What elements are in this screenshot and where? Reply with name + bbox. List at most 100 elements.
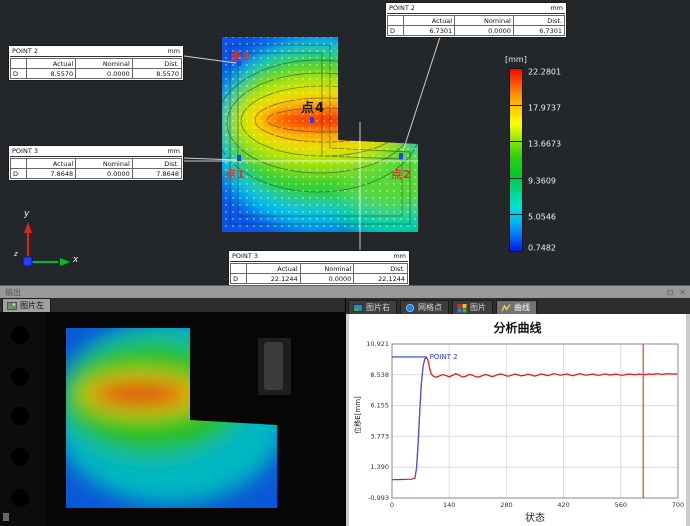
axis-triad bbox=[23, 222, 70, 266]
axis-z-label: z bbox=[14, 250, 18, 258]
callout-unit: mm bbox=[550, 4, 563, 12]
axis-x-label: x bbox=[73, 255, 78, 265]
image-right-icon bbox=[353, 303, 363, 313]
legend-tick: 17.9737 bbox=[528, 104, 561, 113]
actual-value: 7.8648 bbox=[27, 169, 76, 179]
actual-value: 22.1244 bbox=[247, 274, 301, 284]
col-dist: Dist. bbox=[132, 159, 181, 169]
row-label: D bbox=[11, 69, 27, 79]
svg-text:560: 560 bbox=[615, 501, 627, 509]
measurement-callout-point3-bottom[interactable]: POINT 3 mm Actual Nominal Dist. D 22.124… bbox=[228, 250, 410, 286]
row-label: D bbox=[388, 26, 404, 36]
svg-text:140: 140 bbox=[443, 501, 455, 509]
svg-text:10.921: 10.921 bbox=[366, 340, 389, 348]
col-actual: Actual bbox=[27, 159, 76, 169]
image-left-icon bbox=[7, 301, 17, 311]
col-actual: Actual bbox=[404, 16, 455, 26]
col-nominal: Nominal bbox=[76, 159, 133, 169]
svg-text:420: 420 bbox=[557, 501, 569, 509]
svg-text:8.538: 8.538 bbox=[370, 371, 389, 379]
dist-value: 8.5570 bbox=[132, 69, 181, 79]
color-scale-legend: [mm] 22.2801 17.9737 13.6673 9.3609 5.05… bbox=[503, 55, 583, 64]
row-label: D bbox=[11, 169, 27, 179]
dist-value: 7.8648 bbox=[132, 169, 181, 179]
output-dock-titlebar: 输出 ⊡ ✕ bbox=[0, 285, 690, 298]
svg-text:1.390: 1.390 bbox=[370, 463, 389, 471]
col-dist: Dist. bbox=[132, 59, 181, 69]
svg-text:700: 700 bbox=[672, 501, 684, 509]
analysis-curve-panel: 分析曲线 位移E[mm] 0 140 280 420 560 700 -0.993 1.390… bbox=[346, 314, 690, 526]
row-label: D bbox=[231, 274, 247, 284]
measurement-callout-point2-topleft[interactable]: POINT 2 mm Actual Nominal Dist. D 8.5570… bbox=[8, 45, 184, 81]
camera-image-view[interactable] bbox=[0, 312, 345, 526]
frame-marker-icon bbox=[3, 513, 9, 521]
svg-text:POINT 2: POINT 2 bbox=[430, 353, 458, 361]
col-actual: Actual bbox=[27, 59, 76, 69]
point-label-4[interactable]: 点4 bbox=[301, 97, 325, 116]
actual-value: 8.5570 bbox=[27, 69, 76, 79]
callout-title: POINT 3 bbox=[12, 147, 38, 155]
col-nominal: Nominal bbox=[455, 16, 514, 26]
contour-heatmap bbox=[0, 0, 690, 285]
tab-image-left-label: 图片左 bbox=[20, 300, 44, 311]
tab-grid-points-label: 网格点 bbox=[418, 302, 442, 313]
chart-title: 分析曲线 bbox=[349, 319, 686, 336]
legend-tick: 22.2801 bbox=[528, 68, 561, 77]
col-dist: Dist. bbox=[513, 16, 564, 26]
callout-title: POINT 2 bbox=[12, 47, 38, 55]
legend-tick: 5.0546 bbox=[528, 213, 556, 222]
tab-grid-points[interactable]: 网格点 bbox=[400, 300, 449, 314]
callout-unit: mm bbox=[167, 147, 180, 155]
svg-text:3.773: 3.773 bbox=[370, 432, 389, 440]
3d-viewport[interactable]: y x z 点3 点4 点1 点2 POINT 2 mm Actual Nomi… bbox=[0, 0, 690, 285]
dist-value: 6.7301 bbox=[513, 26, 564, 36]
axis-y-label: y bbox=[24, 209, 29, 219]
legend-unit-label: [mm] bbox=[505, 55, 527, 64]
col-dist: Dist. bbox=[354, 264, 408, 274]
actual-value: 6.7301 bbox=[404, 26, 455, 36]
legend-tick: 0.7482 bbox=[528, 244, 556, 253]
image-icon bbox=[457, 303, 467, 313]
camera-image bbox=[0, 312, 345, 526]
color-scale-bar bbox=[509, 68, 523, 252]
dist-value: 22.1244 bbox=[354, 274, 408, 284]
nominal-value: 0.0000 bbox=[76, 69, 133, 79]
grid-points-icon bbox=[405, 303, 415, 313]
svg-text:-0.993: -0.993 bbox=[368, 494, 389, 502]
application-window: y x z 点3 点4 点1 点2 POINT 2 mm Actual Nomi… bbox=[0, 0, 690, 526]
output-dock-title: 输出 bbox=[5, 288, 21, 297]
legend-tick: 13.6673 bbox=[528, 140, 561, 149]
curve-icon bbox=[501, 303, 511, 313]
tab-image-right[interactable]: 图片右 bbox=[348, 300, 397, 314]
tab-curve-label: 曲线 bbox=[514, 302, 530, 313]
col-nominal: Nominal bbox=[76, 59, 133, 69]
measurement-callout-point3-left[interactable]: POINT 3 mm Actual Nominal Dist. D 7.8648… bbox=[8, 145, 184, 181]
measurement-callout-point2-topright[interactable]: POINT 2 mm Actual Nominal Dist. D 6.7301… bbox=[385, 2, 567, 38]
callout-title: POINT 2 bbox=[389, 4, 415, 12]
chart-x-axis-label: 状态 bbox=[392, 509, 678, 524]
point-label-1[interactable]: 点1 bbox=[225, 166, 246, 182]
col-actual: Actual bbox=[247, 264, 301, 274]
callout-unit: mm bbox=[167, 47, 180, 55]
point-label-2[interactable]: 点2 bbox=[391, 166, 412, 182]
col-nominal: Nominal bbox=[300, 264, 354, 274]
tab-curve[interactable]: 曲线 bbox=[496, 300, 537, 314]
nominal-value: 0.0000 bbox=[76, 169, 133, 179]
chart-y-axis-label: 位移E[mm] bbox=[353, 380, 363, 450]
tab-image-left[interactable]: 图片左 bbox=[2, 298, 51, 312]
callout-title: POINT 3 bbox=[232, 252, 258, 260]
svg-text:0: 0 bbox=[390, 501, 394, 509]
nominal-value: 0.0000 bbox=[455, 26, 514, 36]
tab-image-right-label: 图片右 bbox=[366, 302, 390, 313]
tab-image-label: 图片 bbox=[470, 302, 486, 313]
point-label-3[interactable]: 点3 bbox=[230, 48, 251, 64]
right-panel-tabbar: 图片右 网格点 图片 曲线 bbox=[346, 298, 690, 314]
nominal-value: 0.0000 bbox=[300, 274, 354, 284]
left-panel-tabbar: 图片左 bbox=[0, 298, 345, 312]
tab-image[interactable]: 图片 bbox=[452, 300, 493, 314]
svg-text:6.155: 6.155 bbox=[370, 402, 389, 410]
callout-unit: mm bbox=[393, 252, 406, 260]
legend-tick: 9.3609 bbox=[528, 177, 556, 186]
analysis-curve-plot[interactable]: 0 140 280 420 560 700 -0.993 1.390 3.773 6.155 8.5… bbox=[349, 314, 686, 526]
svg-text:280: 280 bbox=[500, 501, 512, 509]
